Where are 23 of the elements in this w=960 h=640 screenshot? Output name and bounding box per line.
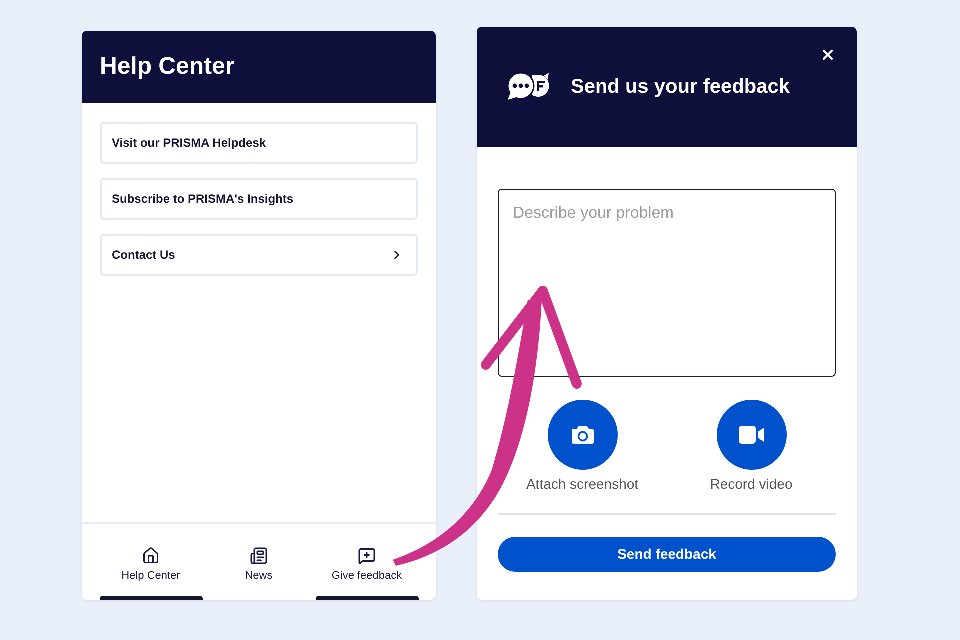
- close-icon: [820, 47, 836, 63]
- close-button[interactable]: [820, 47, 836, 63]
- nav-tab[interactable]: Give feedback: [332, 545, 402, 582]
- chat-bubbles-icon: [507, 72, 551, 101]
- help-link[interactable]: Subscribe to PRISMA's Insights: [100, 178, 418, 220]
- video-camera-icon: [738, 426, 764, 444]
- message-plus-icon: [358, 547, 376, 565]
- newspaper-icon: [250, 547, 268, 565]
- nav-tab[interactable]: News: [245, 545, 273, 582]
- camera-icon: [570, 425, 594, 445]
- attachment-label: Record video: [710, 475, 793, 493]
- link-label: Visit our PRISMA Helpdesk: [112, 135, 266, 152]
- attachment-label: Attach screenshot: [526, 475, 639, 493]
- panel-title: Help Center: [100, 55, 235, 79]
- home-icon: [142, 547, 160, 565]
- help-link[interactable]: Contact Us: [100, 234, 418, 276]
- help-link[interactable]: Visit our PRISMA Helpdesk: [100, 122, 418, 164]
- link-label: Subscribe to PRISMA's Insights: [112, 191, 294, 208]
- description-field[interactable]: Describe your problem: [498, 189, 836, 377]
- panel-title: Send us your feedback: [571, 76, 790, 96]
- link-label: Contact Us: [112, 247, 176, 264]
- send-feedback-button[interactable]: Send feedback: [498, 536, 836, 572]
- nav-tab[interactable]: Help Center: [122, 545, 180, 582]
